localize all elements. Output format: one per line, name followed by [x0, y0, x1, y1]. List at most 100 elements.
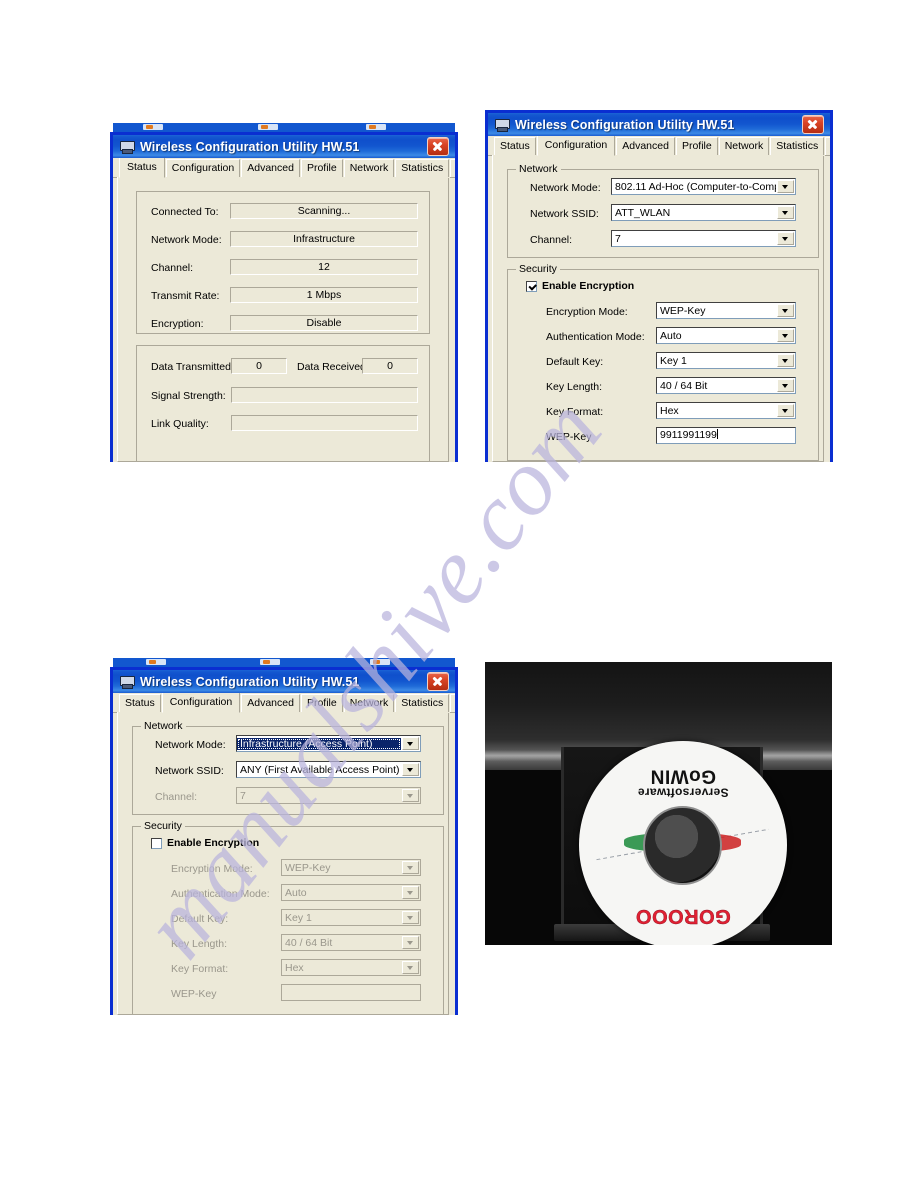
background-window-strip-2 — [113, 658, 455, 667]
tab-network[interactable]: Network — [718, 137, 770, 155]
channel-select[interactable]: 7 — [611, 230, 796, 247]
background-window-strip-1 — [113, 123, 455, 132]
key-format-label: Key Format: — [171, 963, 229, 975]
tab-profile[interactable]: Profile — [675, 137, 718, 155]
vertical-scrollbar[interactable] — [823, 156, 830, 462]
client-area: Status Configuration Advanced Profile Ne… — [113, 693, 455, 1015]
client-area: Status Configuration Advanced Profile Ne… — [488, 136, 830, 462]
chevron-down-icon[interactable] — [777, 329, 794, 342]
tab-network[interactable]: Network — [343, 159, 395, 177]
encryption-mode-value: WEP-Key — [285, 861, 331, 874]
key-format-select: Hex — [281, 959, 421, 976]
tab-about[interactable]: About — [825, 137, 830, 155]
default-key-label: Default Key: — [171, 913, 229, 925]
chevron-down-icon[interactable] — [777, 206, 794, 219]
tab-network[interactable]: Network — [343, 694, 395, 712]
network-ssid-value: ATT_WLAN — [615, 206, 671, 219]
channel-value: 7 — [615, 232, 621, 245]
wep-key-label: WEP-Key — [171, 988, 217, 1000]
data-transmitted-label: Data Transmitted: — [151, 361, 234, 373]
window-title: Wireless Configuration Utility HW.51 — [140, 674, 360, 689]
security-group-title: Security — [516, 263, 560, 275]
chevron-down-icon[interactable] — [402, 763, 419, 776]
tab-advanced[interactable]: Advanced — [241, 694, 300, 712]
tab-statistics[interactable]: Statistics — [770, 137, 825, 155]
close-icon[interactable] — [427, 672, 449, 691]
tab-profile[interactable]: Profile — [300, 694, 343, 712]
tab-statistics[interactable]: Statistics — [395, 694, 450, 712]
encryption-mode-label: Encryption Mode: — [546, 306, 628, 318]
chevron-down-icon[interactable] — [777, 304, 794, 317]
tabpage-configuration: Network Network Mode: 802.11 Ad-Hoc (Com… — [492, 155, 826, 462]
enable-encryption-checkbox-row[interactable]: Enable Encryption — [151, 837, 259, 849]
key-format-value: Hex — [660, 404, 679, 417]
wep-key-label: WEP-Key — [546, 431, 592, 443]
network-ssid-label: Network SSID: — [530, 208, 599, 220]
tab-status[interactable]: Status — [119, 694, 161, 712]
taskbar-item-icon — [143, 124, 163, 130]
network-mode-select[interactable]: Infrastructure (Access Point) — [236, 735, 421, 752]
titlebar[interactable]: Wireless Configuration Utility HW.51 — [113, 670, 455, 693]
enable-encryption-checkbox[interactable] — [526, 280, 537, 292]
disc-label-line1: Serversoftware — [637, 785, 729, 800]
monitor-icon — [119, 139, 135, 154]
tab-advanced[interactable]: Advanced — [616, 137, 675, 155]
monitor-icon — [494, 117, 510, 132]
titlebar[interactable]: Wireless Configuration Utility HW.51 — [113, 135, 455, 158]
tab-configuration[interactable]: Configuration — [161, 693, 241, 713]
authentication-mode-select[interactable]: Auto — [656, 327, 796, 344]
tab-configuration[interactable]: Configuration — [536, 136, 616, 156]
chevron-down-icon[interactable] — [777, 180, 794, 193]
key-format-select[interactable]: Hex — [656, 402, 796, 419]
authentication-mode-select: Auto — [281, 884, 421, 901]
close-icon[interactable] — [427, 137, 449, 156]
network-mode-select[interactable]: 802.11 Ad-Hoc (Computer-to-Computer) — [611, 178, 796, 195]
enable-encryption-label: Enable Encryption — [542, 280, 635, 292]
titlebar[interactable]: Wireless Configuration Utility HW.51 — [488, 113, 830, 136]
tab-advanced[interactable]: Advanced — [241, 159, 300, 177]
data-transmitted-value: 0 — [231, 358, 287, 374]
key-length-label: Key Length: — [546, 381, 603, 393]
enable-encryption-checkbox-row[interactable]: Enable Encryption — [526, 280, 634, 292]
tab-status[interactable]: Status — [119, 158, 165, 178]
window-wireless-config-adhoc: Wireless Configuration Utility HW.51 Sta… — [485, 110, 833, 462]
link-quality-value — [231, 415, 418, 431]
chevron-down-icon[interactable] — [777, 354, 794, 367]
window-wireless-config-infrastructure: Wireless Configuration Utility HW.51 Sta… — [110, 667, 458, 1015]
vertical-scrollbar[interactable] — [448, 713, 455, 1015]
chevron-down-icon[interactable] — [777, 232, 794, 245]
tab-status[interactable]: Status — [494, 137, 536, 155]
default-key-label: Default Key: — [546, 356, 604, 368]
network-ssid-select[interactable]: ATT_WLAN — [611, 204, 796, 221]
network-mode-label: Network Mode: — [151, 234, 222, 246]
client-area: Status Configuration Advanced Profile Ne… — [113, 158, 455, 462]
network-ssid-select[interactable]: ANY (First Available Access Point) — [236, 761, 421, 778]
taskbar-item-icon — [370, 659, 390, 665]
network-mode-value: 802.11 Ad-Hoc (Computer-to-Computer) — [615, 180, 776, 193]
wep-key-value: 9911991199 — [660, 429, 717, 441]
chevron-down-icon[interactable] — [777, 404, 794, 417]
text-caret — [716, 429, 718, 439]
signal-strength-value — [231, 387, 418, 403]
tab-statistics[interactable]: Statistics — [395, 159, 450, 177]
network-mode-value: Infrastructure — [230, 231, 418, 247]
tab-profile[interactable]: Profile — [300, 159, 343, 177]
encryption-mode-select[interactable]: WEP-Key — [656, 302, 796, 319]
enable-encryption-checkbox[interactable] — [151, 837, 162, 849]
wep-key-input[interactable]: 9911991199 — [656, 427, 796, 444]
tab-about[interactable]: About — [450, 159, 455, 177]
vertical-scrollbar[interactable] — [448, 178, 455, 462]
network-mode-label: Network Mode: — [530, 182, 601, 194]
tabpage-status: Connected To: Scanning... Network Mode: … — [117, 177, 451, 462]
chevron-down-icon — [402, 789, 419, 802]
tab-about[interactable]: About — [450, 694, 455, 712]
close-icon[interactable] — [802, 115, 824, 134]
taskbar-item-icon — [366, 124, 386, 130]
tab-configuration[interactable]: Configuration — [165, 159, 241, 177]
chevron-down-icon[interactable] — [777, 379, 794, 392]
chevron-down-icon[interactable] — [402, 737, 419, 750]
taskbar-item-icon — [260, 659, 280, 665]
default-key-select[interactable]: Key 1 — [656, 352, 796, 369]
chevron-down-icon — [402, 861, 419, 874]
key-length-select[interactable]: 40 / 64 Bit — [656, 377, 796, 394]
